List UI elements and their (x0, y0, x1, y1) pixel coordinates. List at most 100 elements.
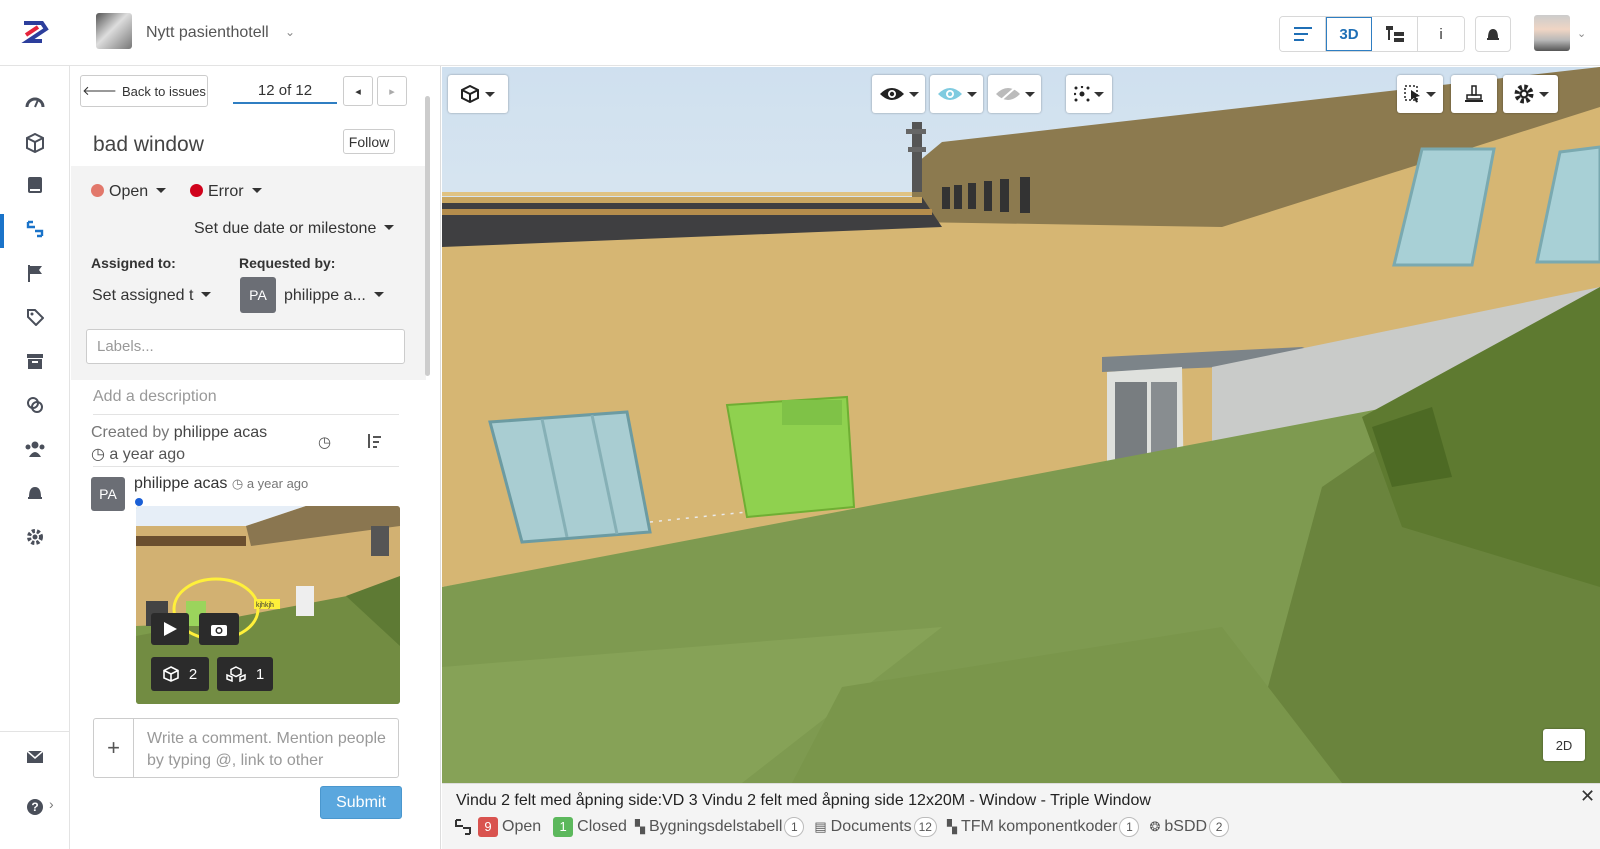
objects-icon (226, 666, 246, 682)
3d-viewer[interactable]: 2D (442, 67, 1600, 783)
viewer-settings-button[interactable] (1503, 75, 1558, 113)
app-logo[interactable] (18, 15, 52, 49)
model-icon (163, 666, 179, 682)
show-visibility-button[interactable] (872, 75, 925, 113)
comment-author: philippe acas ◷ a year ago (134, 475, 309, 492)
help-icon[interactable]: ? (24, 796, 46, 818)
archive-icon[interactable] (24, 350, 46, 372)
caret-down-icon (485, 91, 495, 97)
tags-icon[interactable] (24, 306, 46, 328)
caret-down-icon (1426, 91, 1436, 97)
previous-issue-button[interactable]: ◂ (343, 76, 373, 106)
issue-panel: 🡐 Back to issues 12 of 12 ◂ ▸ bad window … (71, 66, 441, 849)
library-icon[interactable] (24, 174, 46, 196)
hide-visibility-button[interactable] (988, 75, 1041, 113)
issues-icon[interactable] (24, 218, 46, 240)
user-avatar[interactable] (1534, 15, 1570, 51)
closed-issues-link[interactable]: Closed (577, 818, 627, 836)
sidebar-divider (0, 731, 70, 732)
labels-input[interactable]: Labels... (86, 329, 405, 364)
description-field[interactable]: Add a description (93, 388, 217, 406)
list-view-button[interactable] (1280, 17, 1326, 51)
view-switcher: 3D i (1279, 16, 1465, 52)
assignee-dropdown[interactable]: Set assigned t (92, 287, 212, 305)
snapshot-button[interactable] (199, 613, 239, 645)
bell-icon (1487, 29, 1499, 40)
tab-bygningsdelstabell[interactable]: Bygningsdelstabell (649, 818, 782, 836)
due-date-dropdown[interactable]: Set due date or milestone (194, 220, 395, 238)
links-icon[interactable] (24, 394, 46, 416)
priority-dropdown[interactable]: Error (190, 183, 262, 201)
comment-placeholder: Write a comment. Mention people by typin… (147, 730, 386, 769)
model-icon (461, 85, 479, 103)
panel-scrollbar[interactable] (425, 96, 430, 376)
tree-view-button[interactable] (1372, 17, 1418, 51)
caret-down-icon (201, 292, 212, 297)
close-icon[interactable]: ✕ (1580, 786, 1595, 807)
requester-dropdown[interactable]: philippe a... (284, 287, 384, 305)
submit-button[interactable]: Submit (320, 786, 402, 819)
caret-down-icon (373, 292, 384, 297)
explode-button[interactable] (1066, 75, 1112, 113)
3d-view-button[interactable]: 3D (1326, 17, 1372, 51)
document-icon: ▤ (814, 819, 827, 834)
comment-input[interactable]: + Write a comment. Mention people by typ… (93, 718, 399, 778)
thumbnail-note: kjhkjh (256, 602, 274, 609)
team-icon[interactable] (24, 438, 46, 460)
stamp-icon (1465, 85, 1483, 102)
svg-text:?: ? (31, 800, 38, 814)
priority-dot (190, 184, 203, 197)
tab-tfm-komponentkoder[interactable]: TFM komponentkoder (961, 818, 1118, 836)
follow-button[interactable]: Follow (343, 129, 395, 154)
dashboard-icon[interactable] (24, 90, 46, 112)
comment-avatar: PA (91, 477, 125, 511)
next-issue-button[interactable]: ▸ (377, 76, 407, 106)
tab-count: 2 (1209, 817, 1230, 837)
chevron-down-icon[interactable]: ⌄ (1577, 27, 1586, 40)
project-thumbnail[interactable] (96, 13, 132, 49)
open-count-badge: 9 (478, 817, 498, 837)
list-icon (1293, 27, 1312, 41)
xray-visibility-button[interactable] (930, 75, 983, 113)
objects-count-badge[interactable]: 1 (217, 657, 273, 691)
project-name[interactable]: Nytt pasienthotell (146, 24, 269, 42)
tab-count: 1 (784, 817, 805, 837)
notifications-button[interactable] (1475, 16, 1511, 52)
table-icon: ▚ (634, 819, 645, 834)
model-selector-button[interactable] (448, 75, 508, 113)
settings-icon[interactable] (24, 526, 46, 548)
caret-down-icon (156, 188, 167, 193)
select-tool-button[interactable] (1397, 75, 1443, 113)
open-issues-link[interactable]: Open (502, 818, 541, 836)
expand-sidebar-icon[interactable]: › (49, 796, 54, 812)
mail-icon[interactable] (24, 746, 46, 768)
status-dot (91, 184, 104, 197)
created-by: Created by philippe acas (91, 424, 268, 441)
top-bar: Nytt pasienthotell ⌄ 3D i ⌄ (0, 0, 1600, 66)
divider (93, 414, 399, 415)
add-attachment-button[interactable]: + (94, 719, 134, 777)
sort-icon[interactable] (366, 434, 382, 450)
tab-documents[interactable]: Documents (831, 818, 912, 836)
explode-icon (1074, 86, 1090, 102)
play-viewpoint-button[interactable] (151, 613, 189, 645)
issue-counter[interactable]: 12 of 12 (233, 78, 337, 104)
caret-down-icon (1094, 91, 1104, 97)
models-count-badge[interactable]: 2 (151, 657, 209, 691)
history-icon[interactable]: ◷ (318, 433, 331, 451)
eye-icon (937, 88, 962, 100)
section-tool-button[interactable] (1451, 75, 1497, 113)
model-icon[interactable] (24, 132, 46, 154)
viewpoint-thumbnail[interactable]: kjhkjh 2 1 (136, 506, 400, 704)
status-dropdown[interactable]: Open (91, 183, 167, 201)
flag-icon[interactable] (24, 262, 46, 284)
tab-bsdd[interactable]: bSDD (1164, 818, 1207, 836)
created-time: ◷ a year ago (91, 446, 186, 463)
chevron-down-icon[interactable]: ⌄ (285, 25, 295, 39)
issue-title[interactable]: bad window (93, 133, 204, 157)
bell-icon[interactable] (24, 482, 46, 504)
sidebar: ? › (0, 66, 70, 849)
2d-toggle-button[interactable]: 2D (1543, 729, 1585, 761)
back-to-issues-button[interactable]: 🡐 Back to issues (80, 75, 208, 107)
info-view-button[interactable]: i (1418, 17, 1464, 51)
